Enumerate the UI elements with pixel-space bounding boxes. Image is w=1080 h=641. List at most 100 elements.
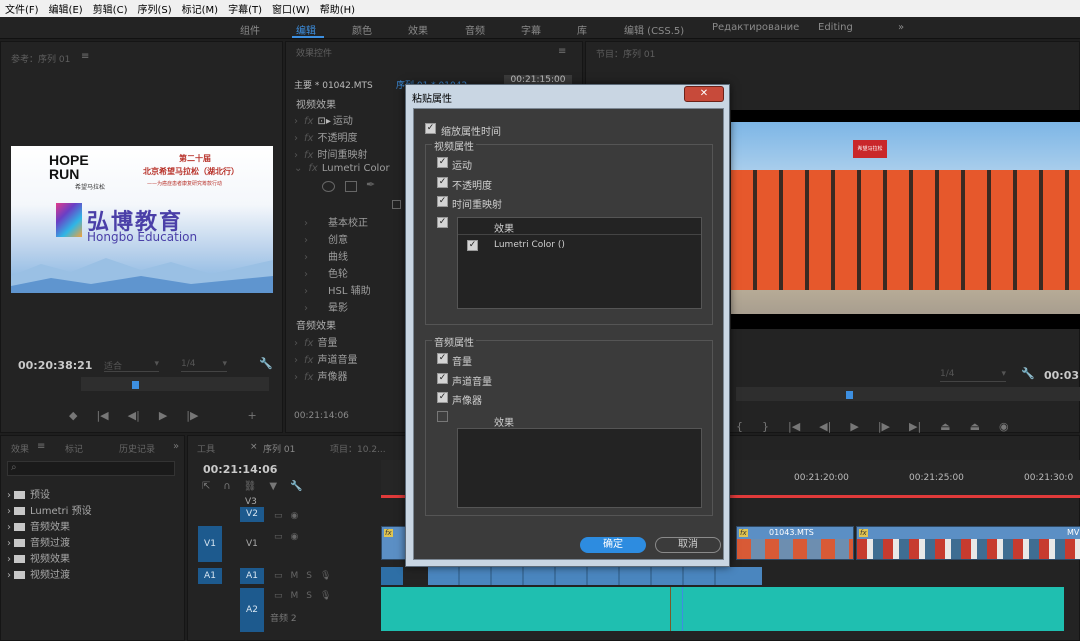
- menu-title[interactable]: 字幕(T): [223, 1, 267, 16]
- audio-clip-a1-3[interactable]: [736, 567, 762, 585]
- menu-window[interactable]: 窗口(W): [267, 1, 315, 16]
- film-icon[interactable]: ▭: [274, 511, 291, 521]
- program-time-ruler[interactable]: [736, 387, 1080, 401]
- workspace-titles[interactable]: 字幕: [521, 22, 541, 37]
- workspace-editing[interactable]: 编辑: [296, 22, 316, 37]
- tree-item-lumetri-presets[interactable]: › Lumetri 预设: [7, 502, 92, 517]
- pen-mask-icon[interactable]: ✒: [366, 178, 375, 191]
- tab-history[interactable]: 历史记录: [119, 442, 155, 455]
- workspace-editing-en[interactable]: Editing: [818, 22, 853, 33]
- menu-edit[interactable]: 编辑(E): [44, 1, 88, 16]
- menu-sequence[interactable]: 序列(S): [132, 1, 176, 16]
- tree-item-audio-effects[interactable]: › 音频效果: [7, 518, 70, 533]
- workspace-editing-cs55[interactable]: 编辑 (CSS.5): [624, 22, 684, 37]
- play-icon[interactable]: ▶: [159, 409, 167, 422]
- lumetri-creative[interactable]: › 创意: [304, 231, 414, 247]
- lumetri-hsl[interactable]: › HSL 辅助: [304, 282, 414, 298]
- wrench-icon[interactable]: 🔧: [290, 481, 315, 492]
- close-button[interactable]: ✕: [684, 86, 724, 102]
- step-forward-icon[interactable]: |▶: [878, 420, 890, 433]
- source-v1-patch[interactable]: V1: [198, 526, 222, 562]
- panel-menu-icon[interactable]: ≡: [81, 51, 89, 62]
- tree-item-presets[interactable]: › 预设: [7, 486, 50, 501]
- audio-clip-a1-2[interactable]: [428, 567, 762, 585]
- workspace-audio[interactable]: 音频: [465, 22, 485, 37]
- audio-clip-a1-1[interactable]: [381, 567, 403, 585]
- ec-row-opacity[interactable]: › fx 不透明度: [294, 129, 404, 145]
- effects-search-input[interactable]: ⌕: [7, 461, 175, 476]
- step-back-icon[interactable]: ◀|: [128, 409, 140, 422]
- workspace-effects[interactable]: 效果: [408, 22, 428, 37]
- rectangle-mask-icon[interactable]: [345, 181, 357, 192]
- camera-icon[interactable]: ◉: [999, 420, 1009, 433]
- source-resolution-dropdown[interactable]: 1/4 ▾: [181, 359, 227, 372]
- program-playhead[interactable]: [846, 391, 853, 399]
- mark-in-icon[interactable]: {: [736, 420, 743, 433]
- cancel-button[interactable]: 取消: [655, 537, 721, 553]
- solo-icon[interactable]: S: [306, 591, 320, 601]
- mic-icon[interactable]: 🎙: [320, 591, 339, 601]
- step-forward-icon[interactable]: |▶: [186, 409, 198, 422]
- workspace-redaktirovanie[interactable]: Редактирование: [712, 22, 799, 33]
- ok-button[interactable]: 确定: [580, 537, 646, 553]
- source-time-ruler[interactable]: [81, 377, 269, 391]
- video-effects-list[interactable]: 效果 ✓ Lumetri Color (): [457, 217, 702, 309]
- workspace-assembly[interactable]: 组件: [240, 22, 260, 37]
- tab-sequence-01[interactable]: 序列 01: [263, 442, 295, 455]
- film-icon[interactable]: ▭: [274, 532, 291, 542]
- lumetri-color-wheels[interactable]: › 色轮: [304, 265, 414, 281]
- menu-marker[interactable]: 标记(M): [177, 1, 223, 16]
- volume-checkbox[interactable]: ✓: [437, 353, 448, 364]
- source-a1-patch[interactable]: A1: [198, 568, 222, 584]
- marker-icon[interactable]: ▼: [269, 481, 290, 492]
- solo-icon[interactable]: S: [306, 571, 320, 581]
- audio-effects-list[interactable]: [457, 428, 702, 508]
- tree-item-video-transitions[interactable]: › 视频过渡: [7, 566, 70, 581]
- mic-icon[interactable]: 🎙: [320, 571, 339, 581]
- source-fit-dropdown[interactable]: 适合 ▾: [104, 359, 159, 372]
- tree-item-video-effects[interactable]: › 视频效果: [7, 550, 70, 565]
- add-icon[interactable]: +: [247, 409, 256, 422]
- track-a2-target[interactable]: A2: [240, 588, 264, 632]
- audio-effects-checkbox[interactable]: ✓: [437, 411, 448, 422]
- audio-clip-a2[interactable]: [381, 587, 1064, 631]
- workspace-color[interactable]: 颜色: [352, 22, 372, 37]
- wrench-icon[interactable]: 🔧: [259, 357, 273, 370]
- panel-menu-icon[interactable]: ≡: [558, 46, 566, 57]
- overflow-icon[interactable]: »: [173, 441, 179, 452]
- ec-row-time-remap[interactable]: › fx 时间重映射: [294, 146, 404, 162]
- video-clip-01043[interactable]: fx 01043.MTS: [736, 526, 854, 560]
- ec-row-panner[interactable]: › fx 声像器: [294, 368, 404, 384]
- video-effects-checkbox[interactable]: ✓: [437, 217, 448, 228]
- step-back-icon[interactable]: ◀|: [819, 420, 831, 433]
- lumetri-vignette[interactable]: › 晕影: [304, 299, 414, 315]
- eye-icon[interactable]: ◉: [291, 511, 307, 521]
- opacity-checkbox[interactable]: ✓: [437, 177, 448, 188]
- go-to-in-icon[interactable]: |◀: [96, 409, 108, 422]
- go-to-in-icon[interactable]: |◀: [788, 420, 800, 433]
- tab-project[interactable]: 项目：10.2...: [330, 442, 386, 455]
- tree-item-audio-transitions[interactable]: › 音频过渡: [7, 534, 70, 549]
- ec-row-motion[interactable]: › fx ⊡▸ 运动: [294, 112, 404, 128]
- mute-icon[interactable]: M: [291, 571, 307, 581]
- close-tab-icon[interactable]: ×: [250, 442, 258, 452]
- lumetri-effect-checkbox[interactable]: ✓: [467, 240, 478, 251]
- track-a1-target[interactable]: A1: [240, 568, 264, 584]
- lumetri-basic[interactable]: › 基本校正: [304, 214, 414, 230]
- linked-icon[interactable]: ⛓: [244, 481, 270, 492]
- program-resolution-dropdown[interactable]: 1/4 ▾: [940, 369, 1006, 382]
- menu-help[interactable]: 帮助(H): [315, 1, 360, 16]
- ec-row-lumetri[interactable]: ⌄ fx Lumetri Color: [294, 163, 404, 179]
- sync-lock-icon[interactable]: ▭: [274, 591, 291, 601]
- lumetri-curves[interactable]: › 曲线: [304, 248, 414, 264]
- mark-in-icon[interactable]: ◆: [69, 409, 77, 422]
- ellipse-mask-icon[interactable]: [322, 181, 335, 192]
- wrench-icon[interactable]: 🔧: [1021, 367, 1035, 380]
- mark-out-icon[interactable]: }: [762, 420, 769, 433]
- time-remap-checkbox[interactable]: ✓: [437, 196, 448, 207]
- extract-icon[interactable]: ⏏: [970, 420, 980, 433]
- master-clip-label[interactable]: 主要 * 01042.MTS: [294, 78, 373, 91]
- menu-clip[interactable]: 剪辑(C): [88, 1, 133, 16]
- play-icon[interactable]: ▶: [850, 420, 858, 433]
- tab-effects[interactable]: 效果: [11, 442, 29, 455]
